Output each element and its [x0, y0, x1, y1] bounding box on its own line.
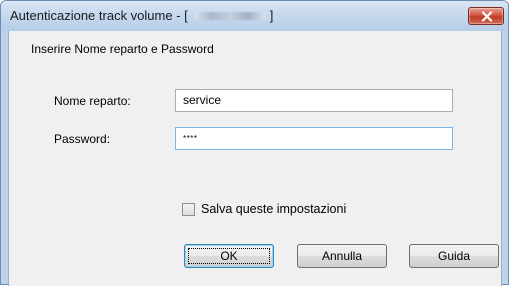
window-title: Autenticazione track volume - []	[10, 8, 273, 23]
department-label: Nome reparto:	[54, 94, 131, 108]
checkbox-icon[interactable]	[182, 203, 195, 216]
password-label: Password:	[54, 132, 111, 146]
save-settings-label: Salva queste impostazioni	[201, 202, 347, 216]
department-input[interactable]: service	[175, 89, 453, 112]
cancel-button-label: Annulla	[321, 249, 363, 263]
instruction-text: Inserire Nome reparto e Password	[31, 42, 214, 56]
redacted-address	[193, 11, 266, 20]
help-button[interactable]: Guida	[409, 244, 499, 268]
password-input[interactable]: ****	[175, 127, 453, 150]
title-suffix: ]	[269, 8, 274, 23]
title-prefix: Autenticazione track volume - [	[10, 8, 188, 23]
ok-button[interactable]: OK	[184, 244, 274, 268]
dialog-window: Autenticazione track volume - [] Inserir…	[0, 0, 509, 286]
focus-rect	[188, 248, 270, 264]
close-button[interactable]	[468, 7, 504, 25]
cancel-button[interactable]: Annulla	[297, 244, 387, 268]
close-icon	[481, 11, 493, 22]
help-button-label: Guida	[437, 249, 471, 263]
title-bar[interactable]: Autenticazione track volume - []	[1, 1, 508, 31]
